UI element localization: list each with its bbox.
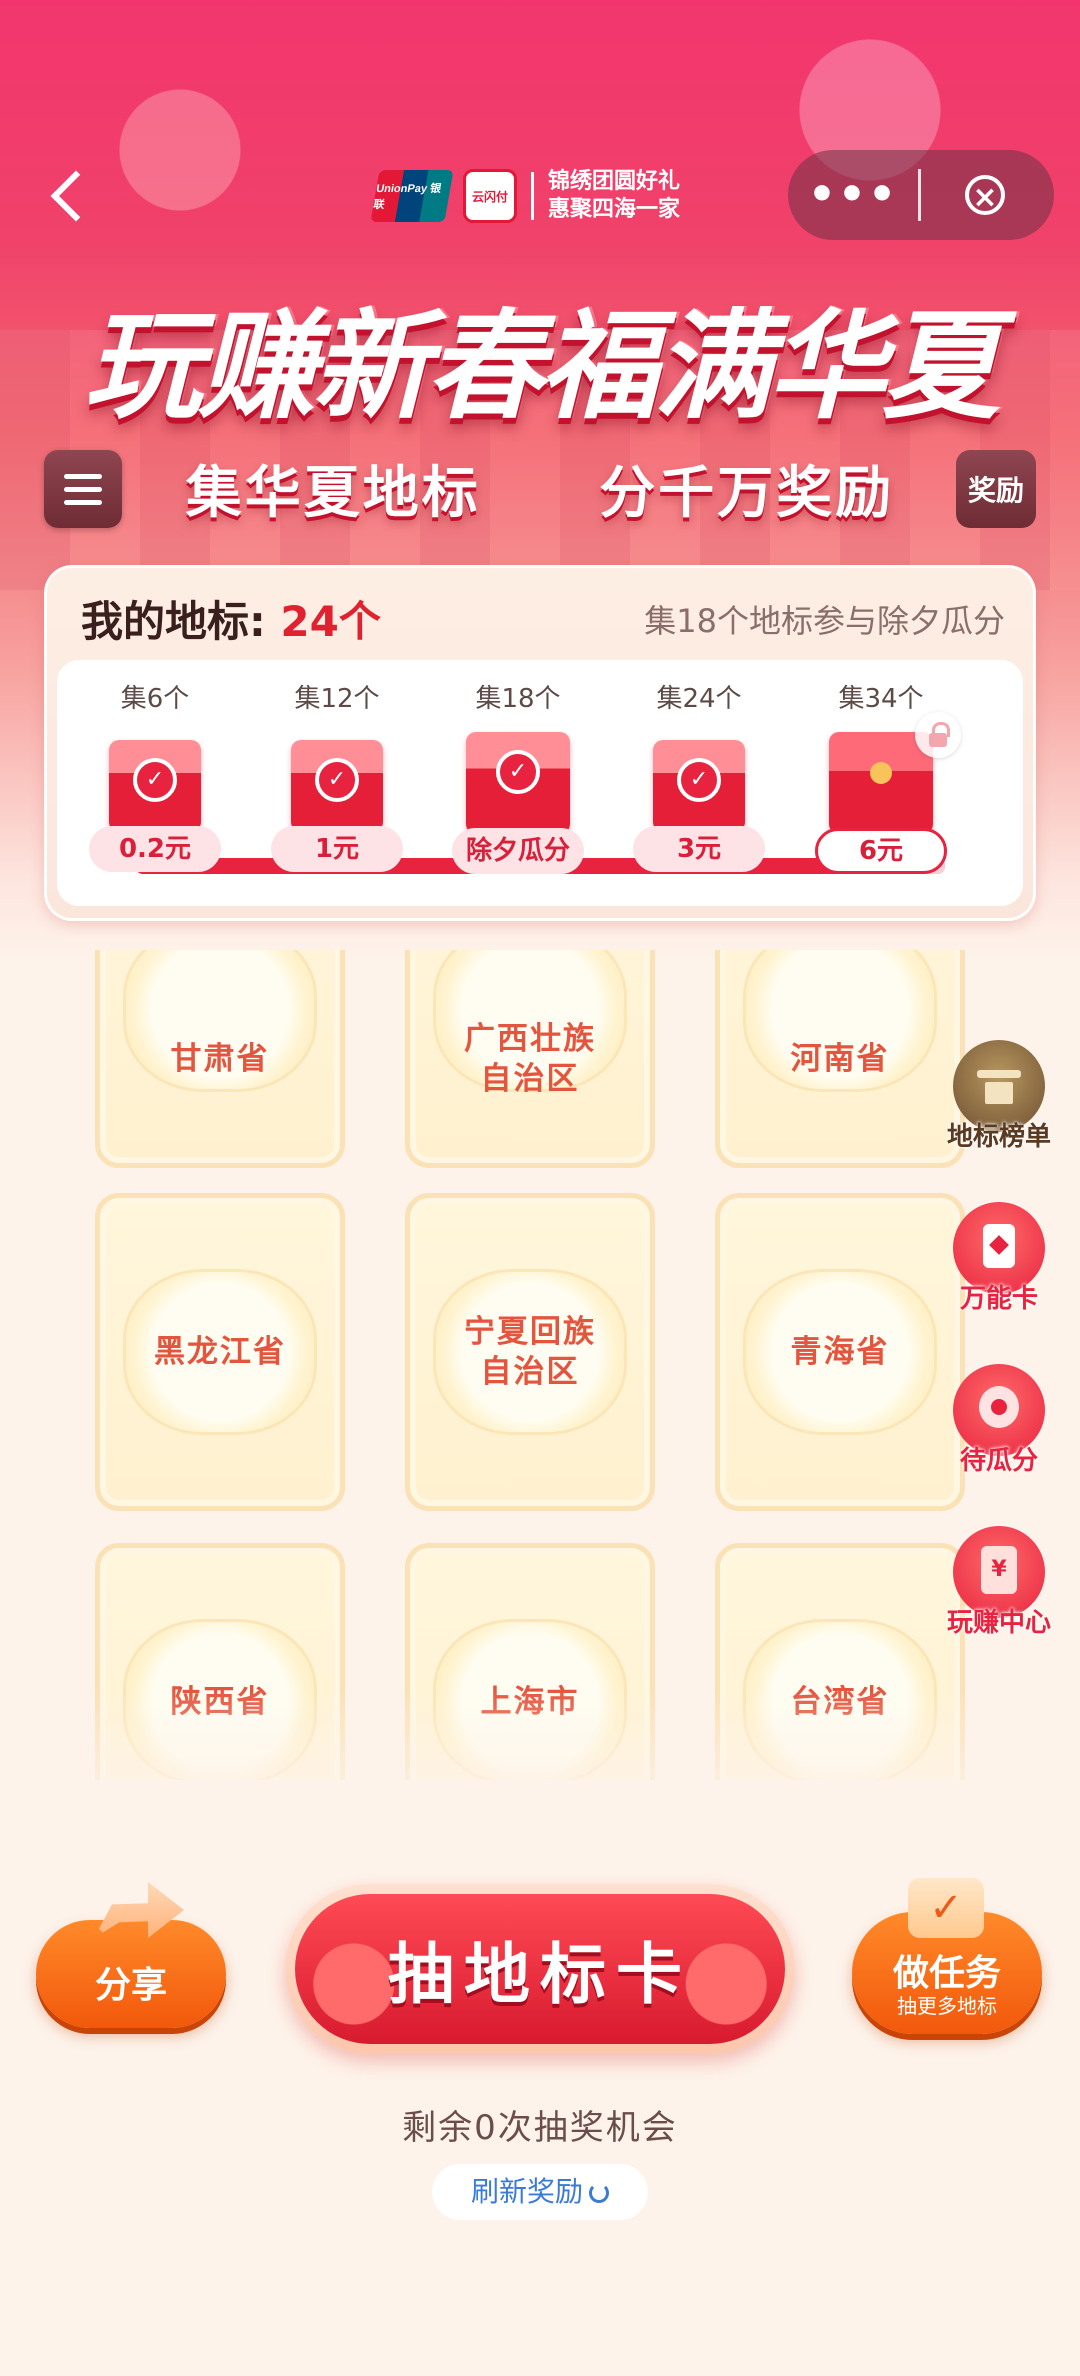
refresh-label: 刷新奖励: [470, 2175, 583, 2208]
pagoda-shape: [977, 1062, 1021, 1106]
share-button[interactable]: 分享: [36, 1882, 226, 2028]
rank-label: 地标榜单: [946, 1122, 1051, 1152]
wild-card-button[interactable]: 万能卡: [944, 1202, 1054, 1315]
brand-bar: UnionPay 银联 云闪付 锦绣团圆好礼 惠聚四海一家: [370, 168, 680, 224]
share-arrow-icon: [94, 1882, 184, 1938]
refresh-icon: [589, 2183, 609, 2203]
subtitle-right: 分千万奖励: [599, 460, 895, 526]
draw-card-label: 抽地标卡: [295, 1894, 785, 2044]
milestone[interactable]: 集18个 ✓ 除夕瓜分: [428, 678, 608, 874]
envelope-seal-icon: [870, 762, 892, 784]
check-icon: ✓: [133, 758, 177, 802]
landmark-name: 青海省: [790, 1334, 890, 1370]
rank-button[interactable]: 地标榜单: [944, 1040, 1054, 1153]
red-envelope-icon: ✓: [653, 740, 745, 832]
close-icon[interactable]: ×: [965, 175, 1005, 215]
red-envelope-icon: ✓: [291, 740, 383, 832]
landmark-name: 黑龙江省: [154, 1334, 286, 1370]
milestone-label: 集18个: [475, 684, 561, 714]
progress-hint: 集18个地标参与除夕瓜分: [644, 602, 1005, 640]
milestone-reward: 3元: [633, 826, 765, 872]
milestone-label: 集12个: [294, 684, 380, 714]
brand-slogan-line2: 惠聚四海一家: [548, 197, 681, 222]
earn-center-button[interactable]: ¥ 玩赚中心: [944, 1526, 1054, 1639]
more-options-icon[interactable]: •••: [788, 173, 918, 217]
remaining-chances: 剩余0次抽奖机会: [402, 2108, 678, 2148]
landmark-card[interactable]: 广西壮族 自治区: [405, 950, 655, 1168]
milestone-reward: 1元: [271, 826, 403, 872]
milestone-label: 集6个: [120, 684, 190, 714]
yen-icon: ¥: [981, 1546, 1017, 1594]
landmark-progress-card: 我的地标: 24个 集18个地标参与除夕瓜分 集6个 ✓ 0.2元 集12个 ✓…: [44, 565, 1036, 921]
hamburger-icon-line: [64, 487, 102, 492]
pending-label: 待瓜分: [959, 1446, 1038, 1476]
hamburger-icon: [64, 474, 102, 479]
subtitle-left: 集华夏地标: [185, 460, 481, 526]
brand-divider: [531, 172, 534, 220]
menu-button[interactable]: [44, 450, 122, 528]
milestone-label: 集24个: [656, 684, 742, 714]
yunshanfu-logo: 云闪付: [463, 169, 517, 223]
page-subtitle: 集华夏地标 分千万奖励: [0, 448, 1080, 529]
draw-card-button[interactable]: 抽地标卡: [285, 1884, 795, 2054]
landmark-name: 宁夏回族 自治区: [464, 1314, 596, 1390]
landmark-card[interactable]: 青海省: [715, 1193, 965, 1511]
landmark-card-grid: 甘肃省 广西壮族 自治区 河南省 黑龙江省 宁夏回族 自治区 青海省 陕西省 上…: [90, 950, 970, 1780]
check-icon: ✓: [908, 1878, 984, 1938]
card-shape: [983, 1224, 1015, 1268]
check-icon: ✓: [677, 758, 721, 802]
my-landmarks-count: 24个: [280, 597, 381, 646]
hamburger-icon-line: [64, 500, 102, 505]
landmark-card[interactable]: 黑龙江省: [95, 1193, 345, 1511]
my-landmarks: 我的地标: 24个: [81, 588, 381, 649]
milestone[interactable]: 集34个 6元: [791, 678, 971, 874]
check-icon: ✓: [496, 750, 540, 794]
brand-slogan: 锦绣团圆好礼 惠聚四海一家: [548, 168, 680, 224]
pending-button[interactable]: 待瓜分: [944, 1364, 1054, 1477]
landmark-card[interactable]: 河南省: [715, 950, 965, 1168]
my-landmarks-label: 我的地标:: [81, 597, 266, 646]
earn-center-label: 玩赚中心: [946, 1608, 1051, 1638]
milestone-reward: 6元: [815, 828, 947, 874]
grid-fade: [0, 1690, 1080, 1850]
page-title: 玩赚新春福满华夏: [83, 296, 1000, 435]
unionpay-logo: UnionPay 银联: [370, 170, 454, 222]
milestone-label: 集34个: [838, 684, 924, 714]
do-task-label: 做任务: [892, 1953, 1001, 1994]
share-label: 分享: [94, 1965, 167, 2006]
milestone[interactable]: 集6个 ✓ 0.2元: [65, 678, 245, 872]
red-envelope-icon: ✓: [109, 740, 201, 832]
refresh-reward-button[interactable]: 刷新奖励: [432, 2164, 648, 2220]
landmark-card[interactable]: 宁夏回族 自治区: [405, 1193, 655, 1511]
landmark-card[interactable]: 甘肃省: [95, 950, 345, 1168]
landmark-name: 甘肃省: [170, 1041, 270, 1077]
brand-slogan-line1: 锦绣团圆好礼: [548, 169, 681, 194]
money-bag-shape: [979, 1386, 1019, 1428]
capsule-divider: [918, 169, 921, 221]
milestone-reward: 除夕瓜分: [452, 828, 584, 874]
milestone-track: 集6个 ✓ 0.2元 集12个 ✓ 1元 集18个 ✓ 除夕瓜分 集24个 ✓ …: [57, 660, 1023, 906]
lock-icon: [915, 712, 961, 758]
landmark-name: 广西壮族 自治区: [464, 1021, 596, 1097]
wild-card-label: 万能卡: [959, 1284, 1038, 1314]
check-icon: ✓: [315, 758, 359, 802]
do-task-sublabel: 抽更多地标: [897, 1994, 997, 2018]
milestone-reward: 0.2元: [89, 826, 221, 872]
red-envelope-icon: ✓: [466, 732, 570, 834]
red-envelope-icon: [829, 712, 961, 834]
milestone[interactable]: 集12个 ✓ 1元: [247, 678, 427, 872]
reward-button[interactable]: 奖励: [956, 450, 1036, 528]
miniapp-capsule: ••• ×: [788, 150, 1054, 240]
landmark-name: 河南省: [790, 1041, 890, 1077]
do-task-button[interactable]: ✓ 做任务 抽更多地标: [852, 1878, 1042, 2034]
milestone[interactable]: 集24个 ✓ 3元: [609, 678, 789, 872]
